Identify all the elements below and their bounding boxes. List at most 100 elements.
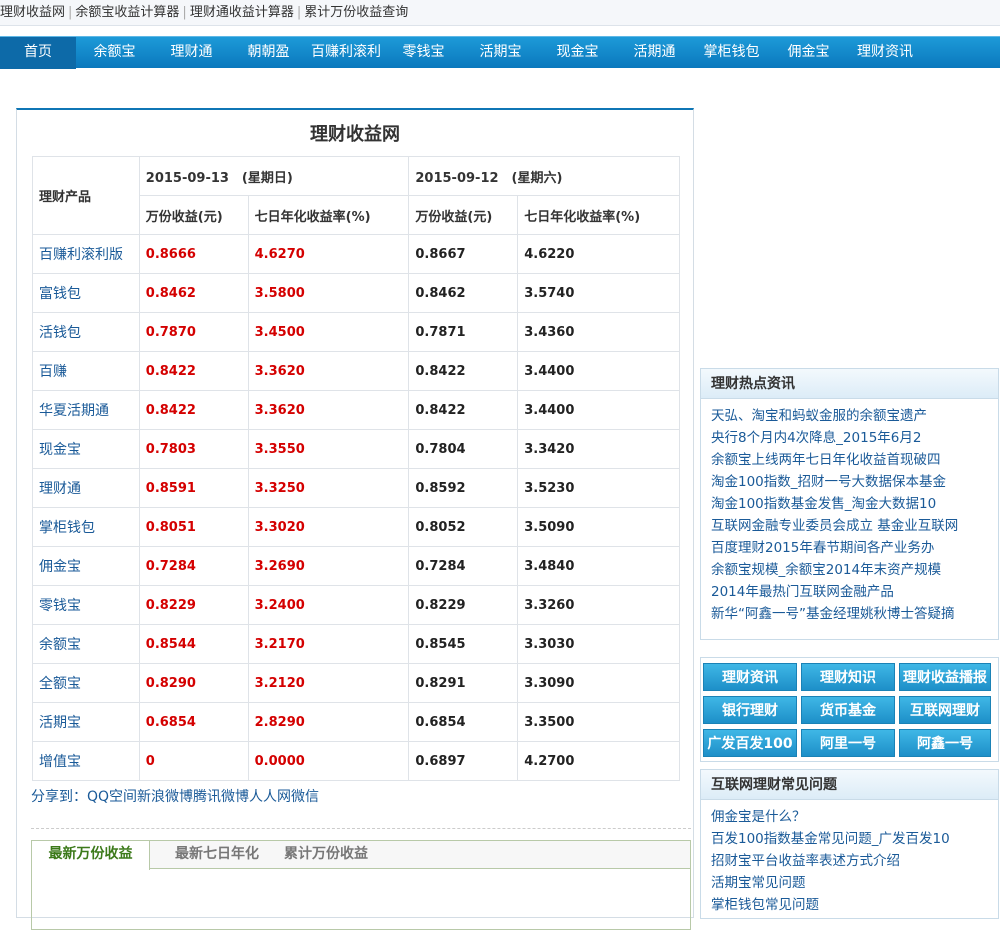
col-rate-1: 七日年化收益率(%) [247, 195, 410, 235]
page-title: 理财收益网 [310, 124, 400, 145]
share-link[interactable]: 腾讯微博 [193, 789, 249, 805]
news-link[interactable]: 百度理财2015年春节期间各产业务办 [711, 537, 998, 559]
share-link[interactable]: 微信 [291, 789, 319, 805]
nav-item[interactable]: 佣金宝 [770, 37, 847, 69]
nav-item[interactable]: 余额宝 [76, 37, 153, 69]
table-row: 百赚 0.8422 3.3620 0.8422 3.4400 [32, 351, 680, 391]
nav-item[interactable]: 首页 [0, 37, 76, 69]
share-bar: 分享到：QQ空间新浪微博腾讯微博人人网微信 [31, 786, 319, 806]
product-name-link[interactable]: 全额宝 [32, 663, 140, 703]
news-link[interactable]: 互联网金融专业委员会成立 基金业互联网 [711, 515, 998, 537]
category-button[interactable]: 理财知识 [801, 663, 895, 691]
news-link[interactable]: 新华“阿鑫一号”基金经理姚秋博士答疑摘 [711, 603, 998, 625]
date2-header: 2015-09-12 (星期六) [408, 156, 680, 196]
tab-3[interactable]: 累计万份收益 [276, 841, 376, 869]
top-link[interactable]: 累计万份收益查询 [304, 5, 408, 20]
rate-value-prev: 3.4400 [517, 390, 680, 430]
nav-item[interactable]: 百赚利滚利 [307, 37, 385, 69]
table-row: 掌柜钱包 0.8051 3.3020 0.8052 3.5090 [32, 507, 680, 547]
rate-value-prev: 3.3090 [517, 663, 680, 703]
faq-link[interactable]: 掌柜钱包常见问题 [711, 894, 998, 916]
table-row: 佣金宝 0.7284 3.2690 0.7284 3.4840 [32, 546, 680, 586]
top-link[interactable]: 理财收益网 [0, 5, 65, 20]
nav-item[interactable]: 现金宝 [539, 37, 616, 69]
wan-value-prev: 0.8422 [408, 390, 519, 430]
product-name-link[interactable]: 掌柜钱包 [32, 507, 140, 547]
tab-2[interactable]: 最新七日年化 [162, 841, 272, 869]
faq-link[interactable]: 百发100指数基金常见问题_广发百发10 [711, 828, 998, 850]
news-link[interactable]: 余额宝上线两年七日年化收益首现破四 [711, 449, 998, 471]
faq-panel: 互联网理财常见问题 佣金宝是什么？ 百发100指数基金常见问题_广发百发10 招财宝… [700, 769, 999, 919]
product-name-link[interactable]: 理财通 [32, 468, 140, 508]
rate-value-today: 3.4500 [247, 312, 410, 352]
product-name-link[interactable]: 富钱包 [32, 273, 140, 313]
share-link[interactable]: QQ空间 [87, 789, 137, 805]
wan-value-today: 0 [138, 741, 249, 781]
category-button[interactable]: 货币基金 [801, 696, 895, 724]
top-links-bar: 理财收益网 | 余额宝收益计算器 | 理财通收益计算器 | 累计万份收益查询 [0, 0, 1000, 26]
top-link[interactable]: 余额宝收益计算器 [75, 5, 179, 20]
news-link[interactable]: 天弘、淘宝和蚂蚁金服的余额宝遗产 [711, 405, 998, 427]
main-nav: 首页 余额宝 理财通 朝朝盈 百赚利滚利 零钱宝 活期宝 现金宝 活期通 掌柜钱包 佣金宝 理财资讯 [0, 36, 1000, 69]
category-button[interactable]: 广发百发100 [703, 729, 797, 757]
category-buttons: 理财资讯 理财知识 理财收益播报银行理财 货币基金 互联网理财广发百发100 阿里一号 阿鑫… [700, 657, 999, 762]
rate-value-today: 3.2690 [247, 546, 410, 586]
news-link[interactable]: 淘金100指数基金发售_淘金大数据10 [711, 493, 998, 515]
nav-item[interactable]: 理财通 [153, 37, 230, 69]
category-button[interactable]: 互联网理财 [899, 696, 991, 724]
category-button[interactable]: 阿里一号 [801, 729, 895, 757]
product-name-link[interactable]: 活钱包 [32, 312, 140, 352]
separator: | [296, 5, 302, 20]
tab-1[interactable]: 最新万份收益 [32, 841, 150, 870]
share-link[interactable]: 人人网 [249, 789, 291, 805]
wan-value-prev: 0.6854 [408, 702, 519, 742]
nav-item[interactable]: 朝朝盈 [230, 37, 307, 69]
wan-value-today: 0.7870 [138, 312, 249, 352]
wan-value-prev: 0.8462 [408, 273, 519, 313]
nav-item[interactable]: 活期通 [616, 37, 693, 69]
news-link[interactable]: 余额宝规模_余额宝2014年末资产规模 [711, 559, 998, 581]
nav-item[interactable]: 掌柜钱包 [693, 37, 770, 69]
news-link[interactable]: 淘金100指数_招财一号大数据保本基金 [711, 471, 998, 493]
table-row: 全额宝 0.8290 3.2120 0.8291 3.3090 [32, 663, 680, 703]
nav-item[interactable]: 活期宝 [462, 37, 539, 69]
rate-value-today: 3.3550 [247, 429, 410, 469]
wan-value-today: 0.8290 [138, 663, 249, 703]
rate-value-today: 3.3620 [247, 390, 410, 430]
wan-value-today: 0.8422 [138, 351, 249, 391]
product-name-link[interactable]: 百赚 [32, 351, 140, 391]
faq-link[interactable]: 活期宝常见问题 [711, 872, 998, 894]
rate-value-today: 3.2400 [247, 585, 410, 625]
product-name-link[interactable]: 百赚利滚利版 [32, 234, 140, 274]
rate-value-prev: 3.4360 [517, 312, 680, 352]
category-button[interactable]: 理财资讯 [703, 663, 797, 691]
product-name-link[interactable]: 佣金宝 [32, 546, 140, 586]
wan-value-prev: 0.8052 [408, 507, 519, 547]
rate-value-prev: 3.3500 [517, 702, 680, 742]
rate-value-today: 0.0000 [247, 741, 410, 781]
wan-value-today: 0.8462 [138, 273, 249, 313]
nav-item[interactable]: 理财资讯 [847, 37, 923, 69]
table-row: 理财通 0.8591 3.3250 0.8592 3.5230 [32, 468, 680, 508]
table-row: 零钱宝 0.8229 3.2400 0.8229 3.3260 [32, 585, 680, 625]
product-name-link[interactable]: 华夏活期通 [32, 390, 140, 430]
product-name-link[interactable]: 余额宝 [32, 624, 140, 664]
share-link[interactable]: 新浪微博 [137, 789, 193, 805]
table-row: 百赚利滚利版 0.8666 4.6270 0.8667 4.6220 [32, 234, 680, 274]
top-link[interactable]: 理财通收益计算器 [190, 5, 294, 20]
category-button[interactable]: 阿鑫一号 [899, 729, 991, 757]
product-name-link[interactable]: 现金宝 [32, 429, 140, 469]
product-name-link[interactable]: 增值宝 [32, 741, 140, 781]
nav-item[interactable]: 零钱宝 [385, 37, 462, 69]
news-link[interactable]: 2014年最热门互联网金融产品 [711, 581, 998, 603]
product-name-link[interactable]: 零钱宝 [32, 585, 140, 625]
category-button[interactable]: 银行理财 [703, 696, 797, 724]
separator: | [68, 5, 73, 20]
category-button[interactable]: 理财收益播报 [899, 663, 991, 691]
wan-value-prev: 0.8229 [408, 585, 519, 625]
rate-value-prev: 3.5090 [517, 507, 680, 547]
news-link[interactable]: 央行8个月内4次降息_2015年6月2 [711, 427, 998, 449]
faq-link[interactable]: 招财宝平台收益率表述方式介绍 [711, 850, 998, 872]
product-name-link[interactable]: 活期宝 [32, 702, 140, 742]
faq-link[interactable]: 佣金宝是什么？ [711, 806, 998, 828]
